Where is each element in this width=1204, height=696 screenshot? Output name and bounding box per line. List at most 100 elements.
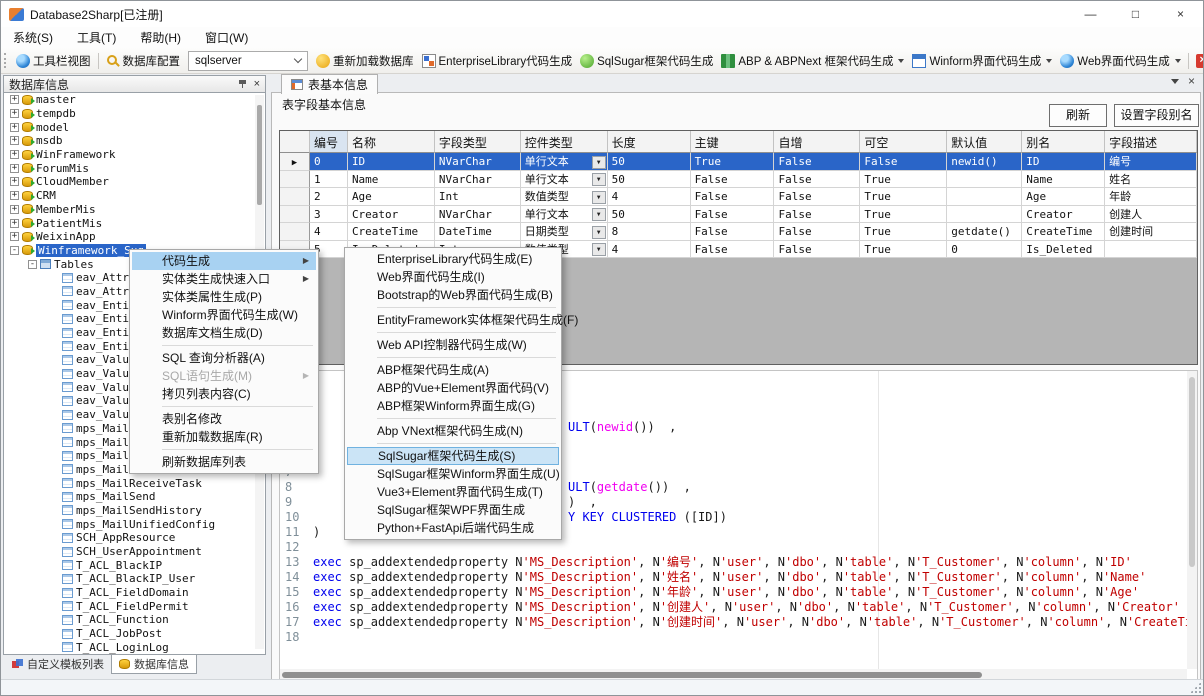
toolbar-sqlsugar-button[interactable]: SqlSugar框架代码生成 [576,51,717,71]
close-button[interactable]: × [1158,1,1203,27]
expand-icon[interactable]: + [10,205,19,214]
grid-cell[interactable]: 日期类型▼ [521,223,608,241]
grid-cell[interactable]: Name [1022,171,1105,189]
grid-cell[interactable]: 4 [608,188,691,206]
grid-column-header[interactable]: 主键 [691,131,775,153]
grid-cell[interactable]: False [860,153,947,171]
grid-cell[interactable]: False [774,206,860,224]
grid-cell[interactable]: True [860,241,947,259]
menubar-item[interactable]: 帮助(H) [128,29,193,46]
tree-item[interactable]: T_ACL_Function [4,613,265,627]
tree-scrollbar-thumb[interactable] [257,105,262,205]
grid-cell[interactable]: True [860,188,947,206]
menubar-item[interactable]: 系统(S) [1,29,65,46]
grid-cell[interactable]: 单行文本▼ [521,153,608,171]
panel-close-icon[interactable]: × [254,79,260,89]
grid-cell[interactable]: NVarChar [435,153,521,171]
tree-item[interactable]: T_ACL_BlackIP [4,558,265,572]
collapse-icon[interactable]: - [10,246,19,255]
tree-item[interactable]: +CloudMember [4,175,265,189]
tree-item[interactable]: T_ACL_LoginLog [4,641,265,655]
grid-cell[interactable] [947,171,1022,189]
tree-item[interactable]: +PatientMis [4,216,265,230]
menu-item[interactable]: Winform界面代码生成(W) [132,306,316,324]
combobox-dropdown-icon[interactable]: ▼ [592,191,606,204]
grid-row[interactable]: 3CreatorNVarChar单行文本▼50FalseFalseTrueCre… [280,206,1197,224]
grid-cell[interactable]: 50 [608,171,691,189]
combobox-dropdown-icon[interactable]: ▼ [592,156,606,169]
tree-item[interactable]: T_ACL_FieldPermit [4,599,265,613]
tree-item[interactable]: +msdb [4,134,265,148]
collapse-icon[interactable]: - [28,260,37,269]
grid-cell[interactable]: getdate() [947,223,1022,241]
grid-cell[interactable]: 年龄 [1105,188,1197,206]
grid-cell[interactable]: 单行文本▼ [521,171,608,189]
grid-cell[interactable]: Is_Deleted [1022,241,1105,259]
grid-column-header[interactable]: 字段描述 [1105,131,1197,153]
tree-item[interactable]: T_ACL_JobPost [4,627,265,641]
grid-column-header[interactable]: 可空 [860,131,947,153]
expand-icon[interactable]: + [10,219,19,228]
tree-item[interactable]: +CRM [4,189,265,203]
combobox-dropdown-icon[interactable]: ▼ [592,243,606,256]
tree-item[interactable]: +master [4,93,265,107]
editor-hscroll-thumb[interactable] [282,672,982,678]
menu-item[interactable]: EnterpriseLibrary代码生成(E) [347,250,559,268]
menu-item[interactable]: 表别名修改 [132,410,316,428]
grid-cell[interactable]: 3 [310,206,348,224]
expand-icon[interactable]: + [10,232,19,241]
grid-cell[interactable]: False [774,188,860,206]
tab-database-info[interactable]: 数据库信息 [111,654,197,674]
grid-row[interactable]: ▶0IDNVarChar单行文本▼50TrueFalseFalsenewid()… [280,153,1197,171]
toolbar-view-button[interactable]: 工具栏视图 [12,51,95,71]
grid-cell[interactable]: Creator [1022,206,1105,224]
menu-item[interactable]: SqlSugar框架WPF界面生成 [347,501,559,519]
toolbar-web-button[interactable]: Web界面代码生成 [1056,51,1184,71]
grid-cell[interactable]: NVarChar [435,171,521,189]
menu-item[interactable]: SQL 查询分析器(A) [132,349,316,367]
grid-cell[interactable]: 创建人 [1105,206,1197,224]
grid-cell[interactable] [1105,241,1197,259]
menu-item[interactable]: 拷贝列表内容(C) [132,385,316,403]
menu-item[interactable]: Python+FastApi后端代码生成 [347,519,559,537]
grid-cell[interactable]: CreateTime [348,223,435,241]
tree-item[interactable]: mps_MailSend [4,490,265,504]
grid-cell[interactable]: 0 [310,153,348,171]
toolbar-grip[interactable] [4,53,9,68]
toolbar-reload-button[interactable]: 重新加载数据库 [312,51,418,71]
expand-icon[interactable]: + [10,95,19,104]
tree-item[interactable]: mps_MailUnifiedConfig [4,517,265,531]
grid-cell[interactable]: 1 [310,171,348,189]
grid-cell[interactable]: 4 [608,241,691,259]
menu-item[interactable]: ABP框架代码生成(A) [347,361,559,379]
expand-icon[interactable]: + [10,109,19,118]
tab-close-icon[interactable]: × [1188,76,1195,86]
toolbar-db-config-button[interactable]: 数据库配置 [102,51,185,71]
grid-cell[interactable]: 0 [947,241,1022,259]
menubar-item[interactable]: 窗口(W) [193,29,260,46]
editor-vertical-scrollbar[interactable] [1187,371,1197,669]
menu-item[interactable]: 实体类生成快速入口▶ [132,270,316,288]
grid-cell[interactable] [947,188,1022,206]
grid-cell[interactable]: True [691,153,775,171]
grid-row-header[interactable] [280,188,310,206]
grid-cell[interactable]: ID [348,153,435,171]
tree-item[interactable]: mps_MailSendHistory [4,504,265,518]
grid-cell[interactable]: Age [1022,188,1105,206]
grid-cell[interactable]: False [774,153,860,171]
expand-icon[interactable]: + [10,164,19,173]
grid-column-header[interactable]: 名称 [348,131,435,153]
tree-item[interactable]: SCH_UserAppointment [4,545,265,559]
toolbar-abp-button[interactable]: ABP & ABPNext 框架代码生成 [717,51,908,71]
grid-cell[interactable]: Age [348,188,435,206]
grid-cell[interactable]: False [774,171,860,189]
menu-item[interactable]: ABP框架Winform界面生成(G) [347,397,559,415]
grid-row[interactable]: 2AgeInt数值类型▼4FalseFalseTrueAge年龄 [280,188,1197,206]
grid-cell[interactable]: Creator [348,206,435,224]
menu-item[interactable]: Bootstrap的Web界面代码生成(B) [347,286,559,304]
grid-column-header[interactable]: 控件类型 [521,131,608,153]
grid-column-header[interactable]: 默认值 [947,131,1022,153]
maximize-button[interactable]: □ [1113,1,1158,27]
grid-row-header[interactable] [280,223,310,241]
tree-item[interactable]: mps_MailReceiveTask [4,476,265,490]
